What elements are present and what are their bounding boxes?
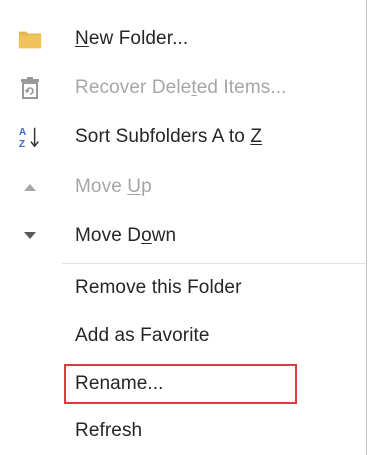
menu-item-move-up[interactable]: Move Up bbox=[0, 163, 366, 211]
menu-item-recover-deleted-items[interactable]: Recover Deleted Items... bbox=[0, 64, 366, 112]
menu-item-label: Move Up bbox=[75, 176, 152, 197]
folder-icon bbox=[18, 27, 42, 51]
svg-text:A: A bbox=[19, 127, 27, 138]
menu-item-label: Recover Deleted Items... bbox=[75, 77, 287, 98]
menu-item-sort-subfolders[interactable]: A Z Sort Subfolders A to Z bbox=[0, 113, 366, 161]
menu-item-label: Add as Favorite bbox=[75, 325, 210, 346]
menu-item-label: Move Down bbox=[75, 225, 177, 246]
menu-item-label: Remove this Folder bbox=[75, 277, 242, 298]
triangle-up-icon bbox=[18, 175, 42, 199]
menu-item-label: Refresh bbox=[75, 420, 143, 441]
sort-a-z-icon: A Z bbox=[18, 125, 42, 150]
menu-item-move-down[interactable]: Move Down bbox=[0, 212, 366, 260]
menu-item-refresh[interactable]: Refresh bbox=[0, 407, 366, 455]
svg-text:Z: Z bbox=[19, 139, 25, 150]
triangle-down-icon bbox=[18, 224, 42, 248]
context-menu: New Folder... Recover Deleted Items... A… bbox=[0, 0, 367, 455]
menu-item-rename[interactable]: Rename... bbox=[0, 360, 366, 408]
menu-item-remove-folder[interactable]: Remove this Folder bbox=[0, 264, 366, 312]
menu-item-new-folder[interactable]: New Folder... bbox=[0, 15, 366, 63]
menu-item-label: Rename... bbox=[75, 373, 164, 394]
menu-item-label: Sort Subfolders A to Z bbox=[75, 126, 263, 147]
recover-deleted-icon bbox=[18, 76, 42, 100]
menu-item-add-favorite[interactable]: Add as Favorite bbox=[0, 312, 366, 360]
menu-item-label: New Folder... bbox=[75, 28, 189, 49]
